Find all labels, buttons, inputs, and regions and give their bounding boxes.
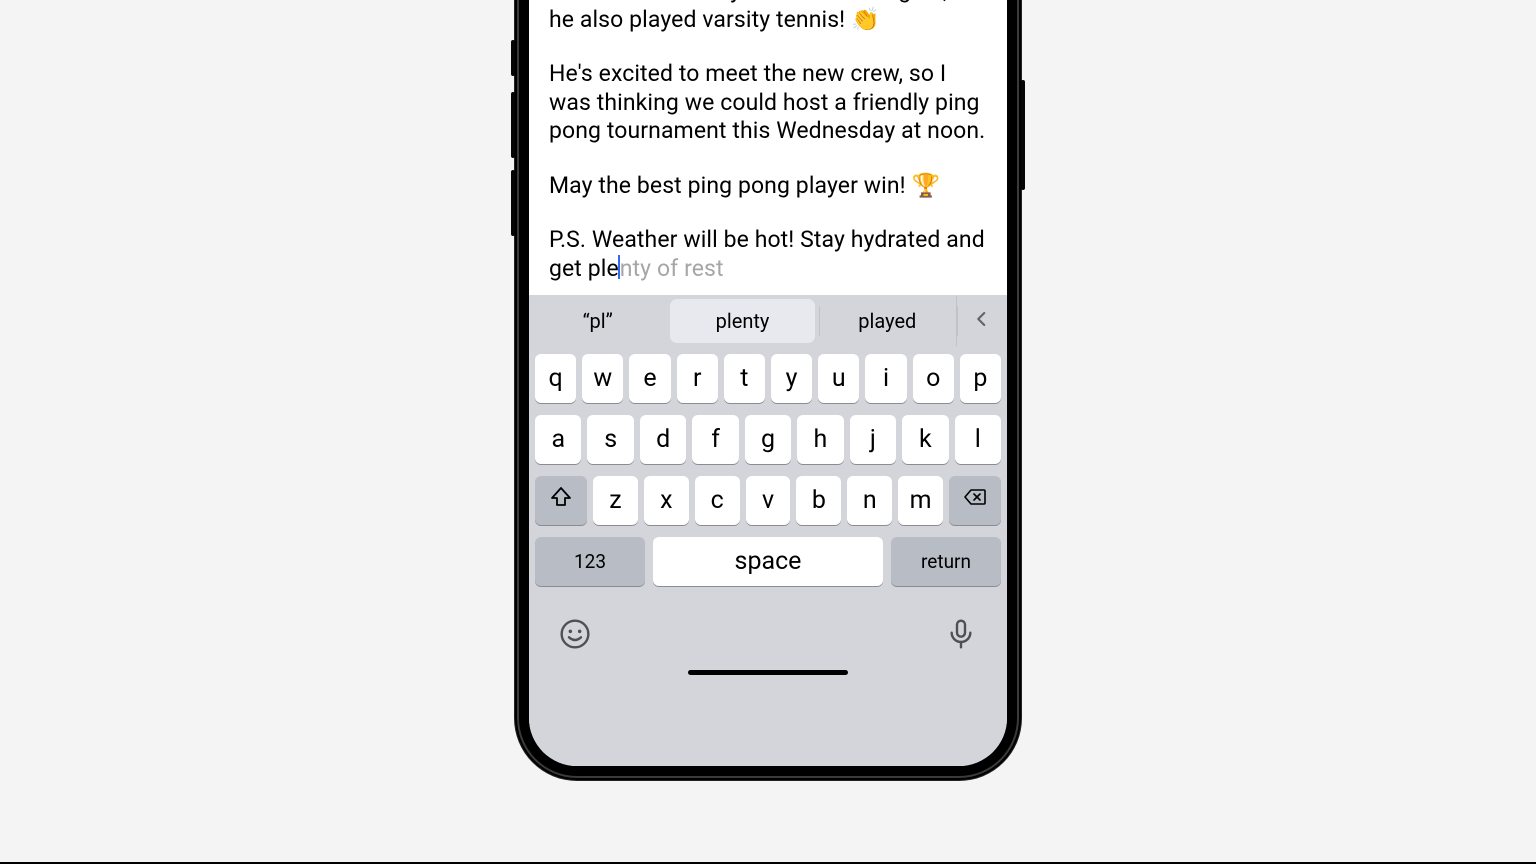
home-bar: [688, 670, 848, 675]
key-rows: q w e r t y u i o p a s d: [529, 346, 1007, 602]
key-s[interactable]: s: [587, 415, 633, 464]
key-u[interactable]: u: [818, 354, 859, 403]
phone-frame: I'm excited to welcome our new Design Te…: [515, 0, 1021, 780]
key-row-1: q w e r t y u i o p: [535, 354, 1001, 403]
key-d[interactable]: d: [640, 415, 686, 464]
key-f[interactable]: f: [692, 415, 738, 464]
key-j[interactable]: j: [850, 415, 896, 464]
key-t[interactable]: t: [724, 354, 765, 403]
key-shift[interactable]: [535, 476, 587, 525]
key-b[interactable]: b: [796, 476, 841, 525]
key-o[interactable]: o: [913, 354, 954, 403]
home-indicator[interactable]: [529, 668, 1007, 694]
text-editor[interactable]: I'm excited to welcome our new Design Te…: [529, 0, 1007, 291]
screen: I'm excited to welcome our new Design Te…: [529, 0, 1007, 766]
key-v[interactable]: v: [746, 476, 791, 525]
key-q[interactable]: q: [535, 354, 576, 403]
keyboard: “pl” plenty played q w e r: [529, 295, 1007, 766]
key-row-3: z x c v b n m: [535, 476, 1001, 525]
suggestion-primary[interactable]: plenty: [670, 299, 814, 343]
key-a[interactable]: a: [535, 415, 581, 464]
key-space[interactable]: space: [653, 537, 883, 586]
paragraph: He's excited to meet the new crew, so I …: [549, 60, 987, 146]
key-backspace[interactable]: [949, 476, 1001, 525]
key-row-4: 123 space return: [535, 537, 1001, 586]
keyboard-dock: [529, 602, 1007, 668]
suggestion-collapse[interactable]: [956, 296, 1007, 346]
key-numbers[interactable]: 123: [535, 537, 645, 586]
shift-icon: [549, 485, 573, 516]
inline-prediction: nty of rest: [620, 255, 724, 282]
key-h[interactable]: h: [797, 415, 843, 464]
key-l[interactable]: l: [955, 415, 1001, 464]
key-e[interactable]: e: [629, 354, 670, 403]
side-button-vol-dn: [511, 170, 515, 236]
key-y[interactable]: y: [771, 354, 812, 403]
side-button-vol-up: [511, 92, 515, 158]
suggestion-alt[interactable]: played: [819, 296, 956, 346]
key-c[interactable]: c: [695, 476, 740, 525]
emoji-icon: [559, 635, 591, 654]
paragraph-composing: P.S. Weather will be hot! Stay hydrated …: [549, 226, 987, 283]
suggestion-bar: “pl” plenty played: [529, 296, 1007, 346]
backspace-icon: [963, 485, 987, 516]
microphone-icon: [945, 635, 977, 654]
dictation-button[interactable]: [945, 618, 977, 654]
chevron-left-icon: [973, 307, 991, 336]
key-x[interactable]: x: [644, 476, 689, 525]
key-i[interactable]: i: [865, 354, 906, 403]
key-return[interactable]: return: [891, 537, 1001, 586]
paragraph: Herland is not only a talented designer,…: [549, 0, 987, 34]
key-p[interactable]: p: [960, 354, 1001, 403]
typed-text: P.S. Weather will be hot! Stay hydrated …: [549, 226, 985, 282]
side-button-silent: [511, 40, 515, 76]
side-button-power: [1021, 80, 1025, 190]
suggestion-as-typed[interactable]: “pl”: [529, 296, 666, 346]
stage: I'm excited to welcome our new Design Te…: [0, 0, 1536, 864]
emoji-button[interactable]: [559, 618, 591, 654]
key-g[interactable]: g: [745, 415, 791, 464]
key-n[interactable]: n: [847, 476, 892, 525]
key-r[interactable]: r: [677, 354, 718, 403]
key-z[interactable]: z: [593, 476, 638, 525]
key-w[interactable]: w: [582, 354, 623, 403]
key-m[interactable]: m: [898, 476, 943, 525]
key-row-2: a s d f g h j k l: [535, 415, 1001, 464]
paragraph: May the best ping pong player win! 🏆: [549, 172, 987, 201]
key-k[interactable]: k: [902, 415, 948, 464]
